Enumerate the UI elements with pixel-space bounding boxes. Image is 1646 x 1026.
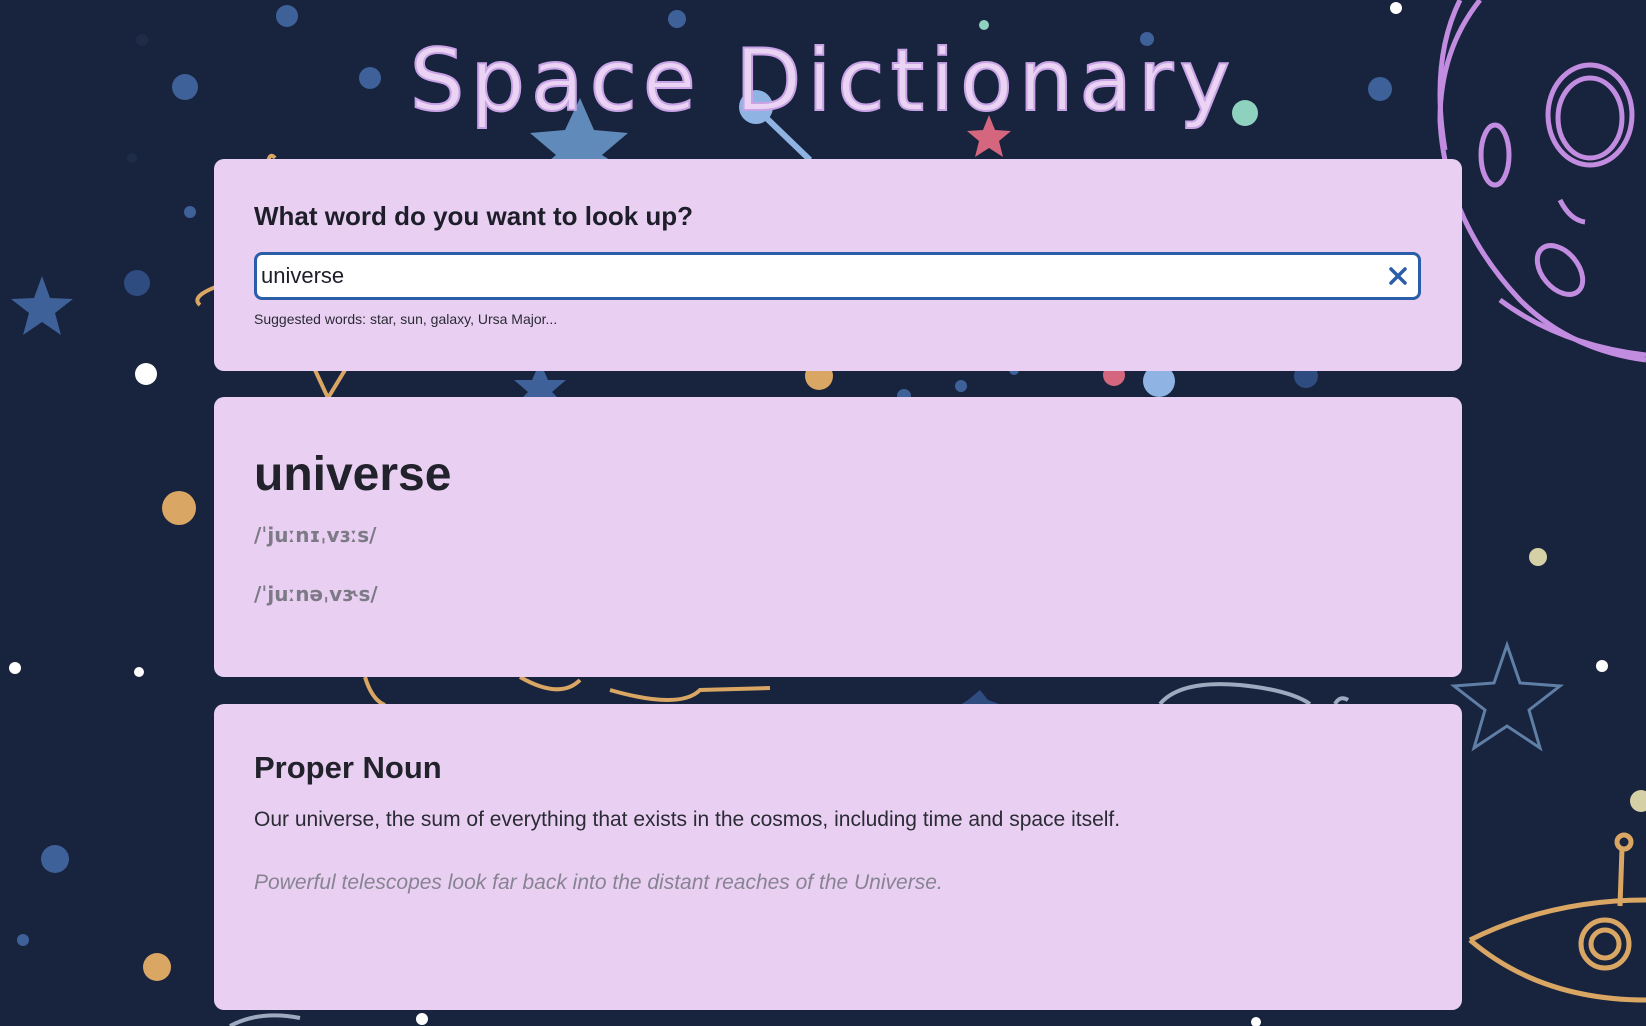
search-card: What word do you want to look up? Sugges… <box>214 159 1462 371</box>
close-icon[interactable] <box>1386 264 1410 288</box>
word-card: universe /ˈjuːnɪˌvɜːs/ /ˈjuːnəˌvɝs/ <box>214 397 1462 677</box>
search-box <box>254 252 1421 300</box>
phonetic-us: /ˈjuːnəˌvɝs/ <box>254 582 378 606</box>
app-title: Space Dictionary <box>409 31 1237 131</box>
example-sentence: Powerful telescopes look far back into t… <box>254 871 943 894</box>
search-prompt: What word do you want to look up? <box>254 201 694 231</box>
definition-card: Proper Noun Our universe, the sum of eve… <box>214 704 1462 1010</box>
search-input[interactable] <box>261 255 1361 297</box>
part-of-speech: Proper Noun <box>254 750 442 785</box>
suggested-words: Suggested words: star, sun, galaxy, Ursa… <box>254 311 558 327</box>
phonetic-uk: /ˈjuːnɪˌvɜːs/ <box>254 523 377 547</box>
headword: universe <box>254 448 452 501</box>
definition-text: Our universe, the sum of everything that… <box>254 808 1121 831</box>
